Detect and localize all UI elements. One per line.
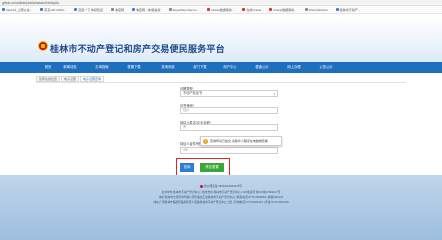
bookmark-label: hao123_上网从这... — [6, 7, 33, 12]
web-icon — [242, 8, 246, 11]
bookmark-item[interactable]: 京东(JD.COM)... — [40, 8, 66, 12]
web-icon — [269, 8, 273, 11]
bookmark-item[interactable]: 淘宝网 - 淘!我喜欢 — [132, 8, 161, 12]
bookmark-label: 淘宝网 — [115, 7, 125, 12]
web-icon — [74, 8, 78, 11]
footer-address-2: 地址:广西桂林市临桂区临桂新区人民路桂林市不动产登记中心二楼 | 咨询电话:07… — [153, 201, 289, 204]
bookmark-item[interactable]: 淘宝网 — [111, 8, 124, 12]
nav-item[interactable]: 楼盘公示 — [250, 62, 274, 73]
bookmark-label: 百度一下,你就知道 — [78, 7, 104, 12]
bookmark-item[interactable]: Oracle数据库的... — [207, 8, 234, 12]
web-icon — [207, 8, 211, 11]
bookmark-label: 在线Oracle — [246, 7, 262, 12]
footer-address-1: 地址:桂林市七星区中华路与普陀路交汇处桂林市不动产登记中心 | 联系电话:077… — [158, 196, 284, 199]
nav-item[interactable]: 用户中心 — [218, 62, 242, 73]
bookmark-item[interactable]: 在线Oracle — [242, 8, 261, 12]
bookmark-label: 桂林市不动产... — [339, 7, 361, 12]
content-divider — [36, 82, 406, 83]
cert-type-select[interactable]: 不动产权证书 ▾ — [180, 90, 278, 97]
bookmark-label: Oracle数据库的... — [273, 7, 297, 12]
web-icon — [111, 8, 115, 11]
nav-item[interactable]: 查询系统 — [156, 62, 180, 73]
nav-item[interactable]: 网上办理 — [282, 62, 306, 73]
logo-icon — [38, 41, 48, 51]
bookmark-item[interactable]: 百度一下,你就知道 — [74, 8, 103, 12]
web-icon — [2, 8, 5, 11]
reset-button[interactable]: 清空重置 — [200, 163, 224, 172]
site-header: 桂林市不动产登记和房产交易便民服务平台 — [0, 14, 442, 62]
web-icon — [40, 8, 44, 11]
notice-popup: ! 查询申请已提交,请移步小程序在电脑端查看 — [200, 136, 282, 146]
warning-icon: ! — [203, 138, 208, 144]
holder-id-input[interactable]: 450 — [180, 147, 278, 154]
footer-organizer: 主办单位:桂林市不动产登记中心 | 技术支持:桂林市不动产登记中心 | ICP备… — [161, 191, 281, 194]
site-title: 桂林市不动产登记和房产交易便民服务平台 — [50, 44, 225, 54]
bookmark-item[interactable]: SNAI-Webinar — [304, 7, 328, 12]
police-badge-icon — [200, 184, 204, 188]
holder-name-input[interactable]: 黄 — [180, 124, 278, 131]
nav-item[interactable]: 表格下载 — [122, 62, 146, 73]
bookmark-item[interactable]: 桂林市不动产... — [335, 7, 361, 12]
web-icon — [335, 8, 339, 11]
cert-type-value: 不动产权证书 — [183, 91, 203, 95]
bookmark-label: 京东(JD.COM)... — [44, 7, 67, 12]
query-button[interactable]: 查询 — [180, 163, 194, 172]
cert-no-input[interactable]: 桂(2 — [180, 107, 278, 114]
main-nav: 首页 新闻动态 办事指南 表格下载 查询系统 部门下载 用户中心 楼盘公示 网上办理 公告公示 — [0, 62, 442, 73]
nav-item[interactable]: 部门下载 — [188, 62, 212, 73]
footer-police-record: 桂公网安备 45030202000178号 — [0, 184, 442, 188]
nav-item[interactable]: 公告公示 — [314, 62, 338, 73]
web-icon — [304, 8, 308, 11]
web-icon — [168, 8, 172, 11]
nav-item[interactable]: 办事指南 — [90, 62, 114, 73]
bookmark-item[interactable]: SuperMap iServer... — [168, 7, 200, 12]
nav-item[interactable]: 首页 — [36, 62, 60, 73]
bookmark-label: 淘宝网 - 淘!我喜欢 — [136, 7, 161, 12]
web-icon — [132, 8, 136, 11]
bookmark-item[interactable]: hao123_上网从这... — [2, 8, 32, 12]
notice-text: 查询申请已提交,请移步小程序在电脑端查看 — [210, 139, 268, 143]
chevron-down-icon: ▾ — [273, 92, 275, 96]
bookmarks-bar: hao123_上网从这... 京东(JD.COM)... 百度一下,你就知道 淘宝网 淘… — [0, 6, 442, 14]
nav-item[interactable]: 新闻动态 — [58, 62, 82, 73]
bookmark-label: SNAI-Webinar — [308, 7, 328, 12]
site-footer: 桂公网安备 45030202000178号 主办单位:桂林市不动产登记中心 | … — [0, 175, 442, 240]
url-text[interactable]: glbdc.cn/online/public/search/tohpUs — [2, 1, 59, 5]
bookmark-label: Oracle数据库的... — [211, 7, 235, 12]
bookmark-label: SuperMap iServer... — [172, 7, 200, 12]
bookmark-item[interactable]: Oracle数据库的... — [269, 7, 297, 12]
